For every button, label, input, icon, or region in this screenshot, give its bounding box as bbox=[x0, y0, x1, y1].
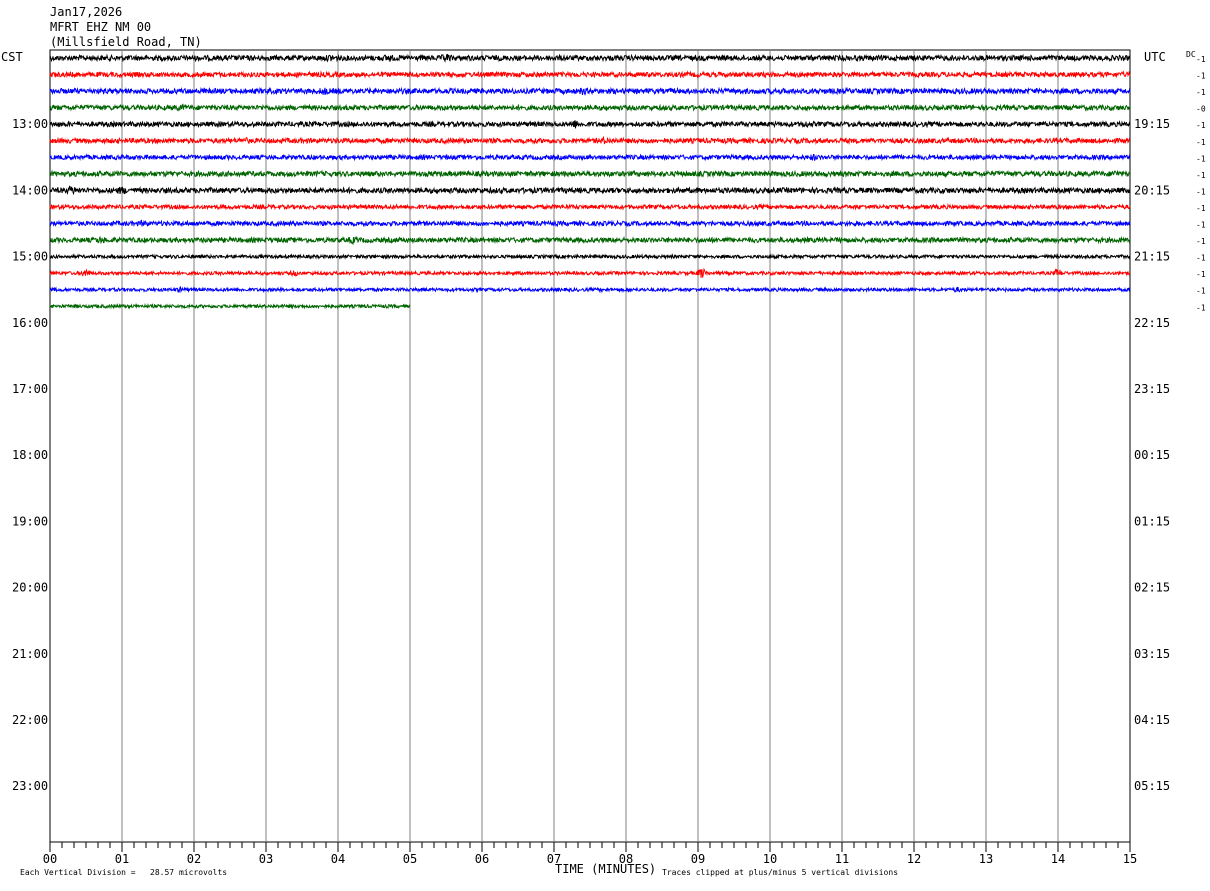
dc-offset-label: -1 bbox=[1196, 55, 1206, 64]
header-location: (Millsfield Road, TN) bbox=[50, 35, 202, 49]
x-tick-label: 12 bbox=[907, 852, 921, 866]
right-hour-label: 00:15 bbox=[1134, 448, 1170, 462]
left-hour-label: 20:00 bbox=[12, 581, 48, 595]
right-hour-label: 05:15 bbox=[1134, 779, 1170, 793]
right-hour-label: 20:15 bbox=[1134, 183, 1170, 197]
x-tick-label: 06 bbox=[475, 852, 489, 866]
dc-offset-label: -1 bbox=[1196, 171, 1206, 180]
seismic-trace bbox=[49, 267, 1131, 278]
header-station: MFRT EHZ NM 00 bbox=[50, 20, 151, 34]
x-tick-label: 04 bbox=[331, 852, 345, 866]
right-hour-label: 03:15 bbox=[1134, 647, 1170, 661]
seismic-trace bbox=[49, 202, 1131, 211]
x-tick-label: 10 bbox=[763, 852, 777, 866]
dc-offset-label: -1 bbox=[1196, 72, 1206, 81]
seismogram-page: Jan17,2026 MFRT EHZ NM 00 (Millsfield Ro… bbox=[0, 0, 1210, 886]
seismic-trace bbox=[49, 169, 1131, 179]
right-hour-label: 04:15 bbox=[1134, 713, 1170, 727]
left-hour-label: 17:00 bbox=[12, 382, 48, 396]
seismic-trace bbox=[49, 86, 1131, 96]
x-tick-label: 00 bbox=[43, 852, 57, 866]
dc-offset-label: -1 bbox=[1196, 303, 1206, 312]
left-hour-label: 19:00 bbox=[12, 514, 48, 528]
x-axis-label: TIME (MINUTES) bbox=[555, 862, 656, 876]
seismic-trace bbox=[49, 70, 1131, 79]
seismic-trace bbox=[49, 53, 1131, 63]
dc-offset-label: -1 bbox=[1196, 287, 1206, 296]
right-hour-label: 21:15 bbox=[1134, 250, 1170, 264]
dc-offset-label: -0 bbox=[1196, 105, 1206, 114]
left-hour-label: 22:00 bbox=[12, 713, 48, 727]
dc-offset-label: -1 bbox=[1196, 270, 1206, 279]
minute-gridlines bbox=[121, 50, 1059, 842]
left-hour-label: 16:00 bbox=[12, 316, 48, 330]
dc-offset-label: -1 bbox=[1196, 254, 1206, 263]
left-hour-label: 18:00 bbox=[12, 448, 48, 462]
right-hour-label: 22:15 bbox=[1134, 316, 1170, 330]
right-axis-label: UTC bbox=[1144, 50, 1166, 64]
seismic-trace bbox=[49, 219, 1131, 228]
dc-offset-label: -1 bbox=[1196, 88, 1206, 97]
dc-offset-label: -1 bbox=[1196, 138, 1206, 147]
left-axis-label: CST bbox=[1, 50, 23, 64]
right-hour-label: 01:15 bbox=[1134, 514, 1170, 528]
seismic-trace bbox=[49, 286, 1131, 294]
seismic-trace bbox=[49, 235, 1131, 246]
x-tick-label: 11 bbox=[835, 852, 849, 866]
dc-offset-label: -1 bbox=[1196, 121, 1206, 130]
right-hour-label: 23:15 bbox=[1134, 382, 1170, 396]
dc-offset-label: -1 bbox=[1196, 154, 1206, 163]
x-tick-label: 13 bbox=[979, 852, 993, 866]
x-tick-label: 01 bbox=[115, 852, 129, 866]
x-tick-label: 03 bbox=[259, 852, 273, 866]
vertical-division-note: Each Vertical Division = 28.57 microvolt… bbox=[20, 868, 227, 877]
x-tick-label: 14 bbox=[1051, 852, 1065, 866]
dc-offset-label: -1 bbox=[1196, 221, 1206, 230]
trace-group bbox=[49, 53, 1131, 310]
x-tick-label: 09 bbox=[691, 852, 705, 866]
left-hour-label: 21:00 bbox=[12, 647, 48, 661]
dc-label: DC bbox=[1186, 50, 1196, 59]
dc-offset-label: -1 bbox=[1196, 187, 1206, 196]
x-tick-label: 05 bbox=[403, 852, 417, 866]
dc-offset-labels: -1 -1 -1 -0 -1 -1 -1 -1 -1 -1 -1 -1 -1 -1 -1 -1 bbox=[1196, 55, 1206, 312]
left-hour-label: 23:00 bbox=[12, 779, 48, 793]
seismic-trace bbox=[49, 153, 1131, 162]
dc-offset-label: -1 bbox=[1196, 204, 1206, 213]
seismic-trace bbox=[49, 119, 1131, 129]
hour-labels: 13:00 19:15 14:00 20:15 15:00 21:15 16:00 22:15… bbox=[12, 117, 1170, 793]
helicorder-chart: Jan17,2026 MFRT EHZ NM 00 (Millsfield Ro… bbox=[1, 5, 1206, 877]
left-hour-label: 14:00 bbox=[12, 183, 48, 197]
plot-frame bbox=[49, 49, 1131, 843]
x-tick-label: 15 bbox=[1123, 852, 1137, 866]
right-hour-label: 02:15 bbox=[1134, 581, 1170, 595]
clip-note: Traces clipped at plus/minus 5 vertical … bbox=[662, 868, 898, 877]
seismic-trace bbox=[49, 253, 1131, 261]
seismic-trace bbox=[49, 103, 1131, 112]
dc-offset-label: -1 bbox=[1196, 237, 1206, 246]
left-hour-label: 13:00 bbox=[12, 117, 48, 131]
x-tick-label: 02 bbox=[187, 852, 201, 866]
left-hour-label: 15:00 bbox=[12, 250, 48, 264]
seismic-trace bbox=[49, 185, 1131, 196]
seismic-trace bbox=[49, 135, 1131, 145]
seismic-trace bbox=[49, 302, 411, 310]
right-hour-label: 19:15 bbox=[1134, 117, 1170, 131]
header-date: Jan17,2026 bbox=[50, 5, 122, 19]
